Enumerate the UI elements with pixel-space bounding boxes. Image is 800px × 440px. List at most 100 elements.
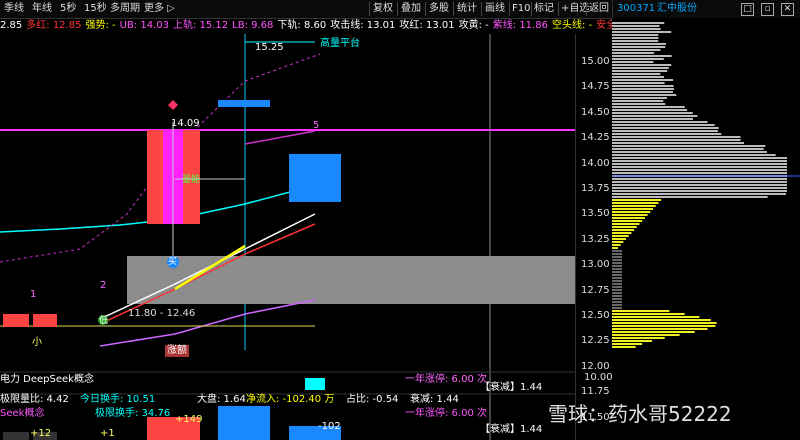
panel-expand-icon[interactable]: ▫: [761, 3, 774, 16]
profile-bar: [612, 178, 787, 180]
f10-button[interactable]: F10: [512, 0, 530, 18]
profile-bar: [612, 331, 695, 333]
tab-season-line[interactable]: 季线: [4, 0, 24, 18]
tab-5-second[interactable]: 5秒: [60, 0, 76, 18]
profile-bar: [612, 268, 622, 270]
profile-bar: [612, 271, 622, 273]
bar-label-2: +1: [100, 428, 115, 440]
profile-bar: [612, 196, 768, 198]
legend-item: 空头线: -: [552, 20, 592, 31]
draw-line-button[interactable]: 画线: [485, 0, 505, 18]
lower-axis-tick: 10.00: [584, 372, 613, 384]
legend-item: 多红: 12.85: [26, 20, 81, 31]
tab-more[interactable]: 更多 ▷: [144, 0, 175, 18]
profile-bar: [612, 145, 765, 147]
mark-button[interactable]: 标记: [534, 0, 554, 18]
candle-blue[interactable]: [289, 154, 341, 202]
profile-bar: [612, 334, 680, 336]
volume-bar-small-1: [3, 432, 29, 440]
wave-one-label: 1: [30, 289, 36, 301]
statistics-button[interactable]: 统计: [457, 0, 477, 18]
diamond-icon: [168, 100, 178, 110]
indicator-stat-row2: 极限换手: 34.76: [95, 406, 170, 422]
purple-lower-line: [100, 300, 315, 346]
price-tick: 15.00: [581, 56, 610, 68]
price-tick: 12.75: [581, 285, 610, 297]
legend-item: 下轨: 8.60: [277, 20, 326, 31]
profile-bar: [612, 121, 708, 123]
profile-bar: [612, 79, 673, 81]
profile-bar: [612, 289, 622, 291]
price-tick: 13.25: [581, 234, 610, 246]
buy-label: 买: [168, 256, 177, 268]
close-icon[interactable]: ✕: [781, 3, 794, 16]
profile-bar: [612, 88, 674, 90]
profile-bar: [612, 91, 673, 93]
profile-bar: [612, 337, 665, 339]
price-tick: 11.75: [581, 386, 610, 398]
profile-bar: [612, 235, 629, 237]
profile-bar: [612, 55, 672, 57]
profile-bar: [612, 313, 685, 315]
overlay-button[interactable]: 叠加: [401, 0, 421, 18]
profile-bar: [612, 256, 622, 258]
tab-15-second[interactable]: 15秒: [84, 0, 107, 18]
profile-bar: [612, 49, 660, 51]
profile-bar: [612, 73, 660, 75]
profile-bar: [612, 28, 661, 30]
candle-2[interactable]: [33, 314, 57, 327]
price-tick: 14.25: [581, 132, 610, 144]
legend-item: 攻红: 13.01: [399, 20, 454, 31]
panel-toggle-icon[interactable]: □: [741, 3, 754, 16]
profile-bar: [612, 301, 622, 303]
low-label: 低: [99, 315, 108, 327]
tab-multi-period[interactable]: 多周期: [110, 0, 140, 18]
profile-bar: [612, 187, 787, 189]
volume-profile: [612, 18, 800, 440]
profile-bar: [612, 295, 622, 297]
profile-bar: [612, 139, 741, 141]
profile-bar: [612, 238, 626, 240]
profile-bar: [612, 250, 622, 252]
profile-bar: [612, 211, 650, 213]
profile-bar: [612, 310, 669, 312]
profile-bar: [612, 265, 622, 267]
profile-bar: [612, 163, 787, 165]
candle-1[interactable]: [3, 314, 29, 327]
profile-bar: [612, 340, 652, 342]
legend-item: 强势: -: [85, 20, 115, 31]
back-button[interactable]: 返回: [589, 0, 609, 18]
profile-bar: [612, 148, 764, 150]
profile-bar: [612, 262, 622, 264]
candle-blue-small[interactable]: [218, 100, 270, 107]
profile-bar: [612, 277, 622, 279]
profile-bar: [612, 241, 623, 243]
indicator-legend: 2.85 多红: 12.85 强势: - UB: 14.03 上轨: 15.12 LB: …: [0, 18, 612, 34]
tab-year-line[interactable]: 年线: [32, 0, 52, 18]
restore-rights-button[interactable]: 复权: [373, 0, 393, 18]
profile-bar: [612, 202, 658, 204]
high-price-label: 15.25: [255, 42, 284, 54]
profile-bar: [612, 226, 637, 228]
profile-bar: [612, 232, 631, 234]
profile-bar: [612, 229, 634, 231]
profile-bar: [612, 280, 622, 282]
profile-bar: [612, 43, 666, 45]
profile-bar: [612, 304, 622, 306]
bar-label-4: -102: [318, 421, 341, 433]
profile-bar: [612, 217, 645, 219]
wave-five-label: 5: [313, 120, 319, 132]
profile-bar: [612, 64, 671, 66]
profile-bar: [612, 34, 658, 36]
profile-bar: [612, 136, 740, 138]
stock-name: 汇中股份: [657, 0, 697, 18]
profile-bar: [612, 100, 663, 102]
profile-bar: [612, 181, 787, 183]
profile-bar: [612, 286, 622, 288]
profile-bar: [612, 61, 653, 63]
multi-stock-button[interactable]: 多股: [429, 0, 449, 18]
wave-two-label: 2: [100, 280, 106, 292]
profile-bar: [612, 322, 717, 324]
period-toolbar: 季线 年线 5秒 15秒 多周期 更多 ▷ 复权 叠加 多股 统计 画线 F10…: [0, 0, 612, 19]
profile-bar: [612, 346, 636, 348]
